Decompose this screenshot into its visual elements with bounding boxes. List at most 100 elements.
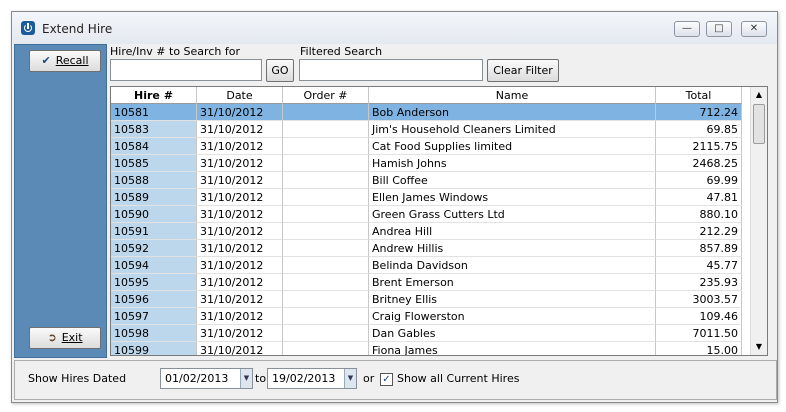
column-header-name[interactable]: Name (369, 87, 656, 104)
cell-hire: 10594 (111, 257, 197, 274)
cell-total: 69.85 (656, 121, 742, 138)
table-row[interactable]: 10583 31/10/2012 Jim's Household Cleaners … (111, 121, 742, 138)
cell-order (283, 274, 369, 291)
go-button[interactable]: GO (266, 59, 294, 82)
maximize-icon[interactable]: □ (706, 21, 732, 37)
cell-order (283, 121, 369, 138)
cell-order (283, 308, 369, 325)
extend-hire-window: Extend Hire — □ ✕ ✔ Recall ➲ Exit Hire/Inv… (11, 11, 778, 403)
cell-date: 31/10/2012 (197, 291, 283, 308)
table-row[interactable]: 10595 31/10/2012 Brent Emerson 235.93 (111, 274, 742, 291)
cell-date: 31/10/2012 (197, 325, 283, 342)
hire-search-label: Hire/Inv # to Search for (110, 45, 240, 58)
cell-date: 31/10/2012 (197, 342, 283, 355)
cell-date: 31/10/2012 (197, 189, 283, 206)
cell-total: 235.93 (656, 274, 742, 291)
cell-hire: 10589 (111, 189, 197, 206)
cell-date: 31/10/2012 (197, 206, 283, 223)
recall-button[interactable]: ✔ Recall (29, 50, 101, 72)
show-current-checkbox[interactable]: ✓ (380, 373, 393, 386)
cell-total: 15.00 (656, 342, 742, 355)
scroll-thumb[interactable] (753, 104, 765, 144)
from-date-picker[interactable]: 01/02/2013 ▼ (160, 368, 253, 389)
cell-order (283, 172, 369, 189)
to-date-dropdown-icon[interactable]: ▼ (344, 369, 356, 388)
cell-name: Hamish Johns (369, 155, 656, 172)
cell-hire: 10583 (111, 121, 197, 138)
cell-order (283, 189, 369, 206)
cell-order (283, 325, 369, 342)
cell-name: Andrew Hillis (369, 240, 656, 257)
table-row[interactable]: 10594 31/10/2012 Belinda Davidson 45.77 (111, 257, 742, 274)
column-header-order[interactable]: Order # (283, 87, 369, 104)
clear-filter-button[interactable]: Clear Filter (487, 59, 559, 82)
exit-button[interactable]: ➲ Exit (29, 327, 101, 349)
cell-total: 7011.50 (656, 325, 742, 342)
cell-name: Ellen James Windows (369, 189, 656, 206)
power-app-icon (21, 21, 35, 35)
cell-total: 880.10 (656, 206, 742, 223)
cell-name: Cat Food Supplies limited (369, 138, 656, 155)
scroll-up-icon[interactable]: ▲ (751, 87, 767, 103)
table-row[interactable]: 10581 31/10/2012 Bob Anderson 712.24 (111, 104, 742, 121)
cell-hire: 10598 (111, 325, 197, 342)
cell-total: 69.99 (656, 172, 742, 189)
to-date-picker[interactable]: 19/02/2013 ▼ (267, 368, 357, 389)
table-row[interactable]: 10592 31/10/2012 Andrew Hillis 857.89 (111, 240, 742, 257)
table-row[interactable]: 10589 31/10/2012 Ellen James Windows 47.81 (111, 189, 742, 206)
cell-hire: 10591 (111, 223, 197, 240)
filtered-search-label: Filtered Search (300, 45, 383, 58)
cell-total: 857.89 (656, 240, 742, 257)
cell-total: 3003.57 (656, 291, 742, 308)
show-current-label: Show all Current Hires (397, 372, 520, 385)
scroll-down-icon[interactable]: ▼ (751, 339, 767, 355)
cell-date: 31/10/2012 (197, 240, 283, 257)
or-label: or (363, 372, 375, 385)
column-header-date[interactable]: Date (197, 87, 283, 104)
table-row[interactable]: 10591 31/10/2012 Andrea Hill 212.29 (111, 223, 742, 240)
table-row[interactable]: 10599 31/10/2012 Fiona James 15.00 (111, 342, 742, 355)
checkmark-icon: ✔ (41, 54, 51, 67)
table-row[interactable]: 10596 31/10/2012 Britney Ellis 3003.57 (111, 291, 742, 308)
column-header-total[interactable]: Total (656, 87, 742, 104)
table-row[interactable]: 10588 31/10/2012 Bill Coffee 69.99 (111, 172, 742, 189)
sidebar: ✔ Recall ➲ Exit (14, 44, 107, 358)
cell-hire: 10596 (111, 291, 197, 308)
table-row[interactable]: 10585 31/10/2012 Hamish Johns 2468.25 (111, 155, 742, 172)
cell-total: 47.81 (656, 189, 742, 206)
cell-date: 31/10/2012 (197, 138, 283, 155)
cell-hire: 10581 (111, 104, 197, 121)
cell-total: 212.29 (656, 223, 742, 240)
hire-search-input[interactable] (110, 59, 262, 81)
show-hires-label: Show Hires Dated (28, 372, 127, 385)
exit-label: Exit (61, 331, 83, 344)
cell-hire: 10584 (111, 138, 197, 155)
table-row[interactable]: 10598 31/10/2012 Dan Gables 7011.50 (111, 325, 742, 342)
cell-name: Jim's Household Cleaners Limited (369, 121, 656, 138)
table-row[interactable]: 10584 31/10/2012 Cat Food Supplies limited… (111, 138, 742, 155)
to-date-value: 19/02/2013 (272, 372, 336, 385)
to-label: to (255, 372, 267, 385)
minimize-icon[interactable]: — (674, 21, 700, 37)
cell-total: 2468.25 (656, 155, 742, 172)
close-icon[interactable]: ✕ (741, 21, 767, 37)
cell-date: 31/10/2012 (197, 274, 283, 291)
cell-hire: 10590 (111, 206, 197, 223)
column-header-hire[interactable]: Hire # (111, 87, 197, 104)
window-title: Extend Hire (42, 22, 113, 36)
cell-order (283, 240, 369, 257)
from-date-dropdown-icon[interactable]: ▼ (240, 369, 252, 388)
cell-total: 712.24 (656, 104, 742, 121)
table-row[interactable]: 10597 31/10/2012 Craig Flowerston 109.46 (111, 308, 742, 325)
vertical-scrollbar[interactable]: ▲ ▼ (750, 87, 767, 355)
cell-name: Green Grass Cutters Ltd (369, 206, 656, 223)
cell-date: 31/10/2012 (197, 155, 283, 172)
cell-name: Belinda Davidson (369, 257, 656, 274)
cell-total: 45.77 (656, 257, 742, 274)
table-row[interactable]: 10590 31/10/2012 Green Grass Cutters Ltd 88… (111, 206, 742, 223)
cell-total: 109.46 (656, 308, 742, 325)
filtered-search-input[interactable] (299, 59, 483, 81)
cell-hire: 10585 (111, 155, 197, 172)
cell-date: 31/10/2012 (197, 172, 283, 189)
cell-order (283, 138, 369, 155)
